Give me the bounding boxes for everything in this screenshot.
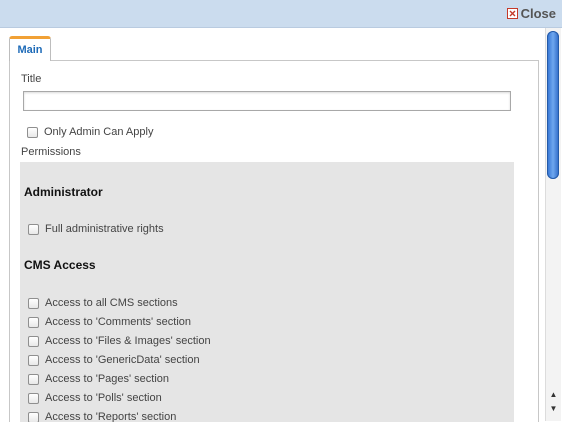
permission-checkbox[interactable] [28, 224, 39, 235]
close-icon [507, 8, 518, 19]
permission-checkbox[interactable] [28, 355, 39, 366]
only-admin-label: Only Admin Can Apply [44, 126, 153, 138]
permission-item[interactable]: Access to 'Comments' section [28, 316, 191, 328]
group-title-administrator: Administrator [24, 185, 103, 199]
permission-item[interactable]: Access to 'Files & Images' section [28, 335, 211, 347]
permission-checkbox[interactable] [28, 412, 39, 422]
dialog-titlebar: Close [0, 0, 562, 28]
scroll-down-arrow-icon[interactable]: ▼ [548, 404, 559, 414]
group-title-cms-access: CMS Access [24, 258, 96, 272]
permission-item[interactable]: Full administrative rights [28, 223, 164, 235]
permission-checkbox[interactable] [28, 374, 39, 385]
permission-label: Access to 'Reports' section [45, 411, 176, 422]
permission-checkbox[interactable] [28, 298, 39, 309]
close-label: Close [521, 6, 556, 21]
permission-label: Access to 'Comments' section [45, 316, 191, 328]
permission-item[interactable]: Access to 'Pages' section [28, 373, 169, 385]
permission-item[interactable]: Access to 'GenericData' section [28, 354, 200, 366]
permission-label: Full administrative rights [45, 223, 164, 235]
only-admin-checkbox[interactable] [27, 127, 38, 138]
only-admin-checkbox-row[interactable]: Only Admin Can Apply [27, 126, 153, 138]
permissions-label: Permissions [21, 146, 81, 158]
permission-checkbox[interactable] [28, 336, 39, 347]
scrollbar-thumb[interactable] [547, 31, 559, 179]
tab-main-label: Main [17, 44, 42, 56]
permission-checkbox[interactable] [28, 317, 39, 328]
permission-label: Access to 'Polls' section [45, 392, 162, 404]
close-button[interactable]: Close [507, 5, 556, 22]
permission-label: Access to 'GenericData' section [45, 354, 200, 366]
permission-item[interactable]: Access to 'Polls' section [28, 392, 162, 404]
title-label: Title [21, 73, 41, 85]
permission-label: Access to 'Pages' section [45, 373, 169, 385]
main-panel: Title Only Admin Can Apply Permissions A… [9, 60, 539, 422]
permissions-list: Administrator Full administrative rights… [20, 162, 514, 422]
vertical-scrollbar[interactable]: ▲ ▼ [545, 28, 561, 421]
title-input[interactable] [23, 91, 511, 111]
permission-item[interactable]: Access to all CMS sections [28, 297, 178, 309]
permission-checkbox[interactable] [28, 393, 39, 404]
permission-item[interactable]: Access to 'Reports' section [28, 411, 176, 422]
tab-main[interactable]: Main [9, 36, 51, 61]
permission-label: Access to 'Files & Images' section [45, 335, 211, 347]
permission-label: Access to all CMS sections [45, 297, 178, 309]
scroll-up-arrow-icon[interactable]: ▲ [548, 390, 559, 400]
